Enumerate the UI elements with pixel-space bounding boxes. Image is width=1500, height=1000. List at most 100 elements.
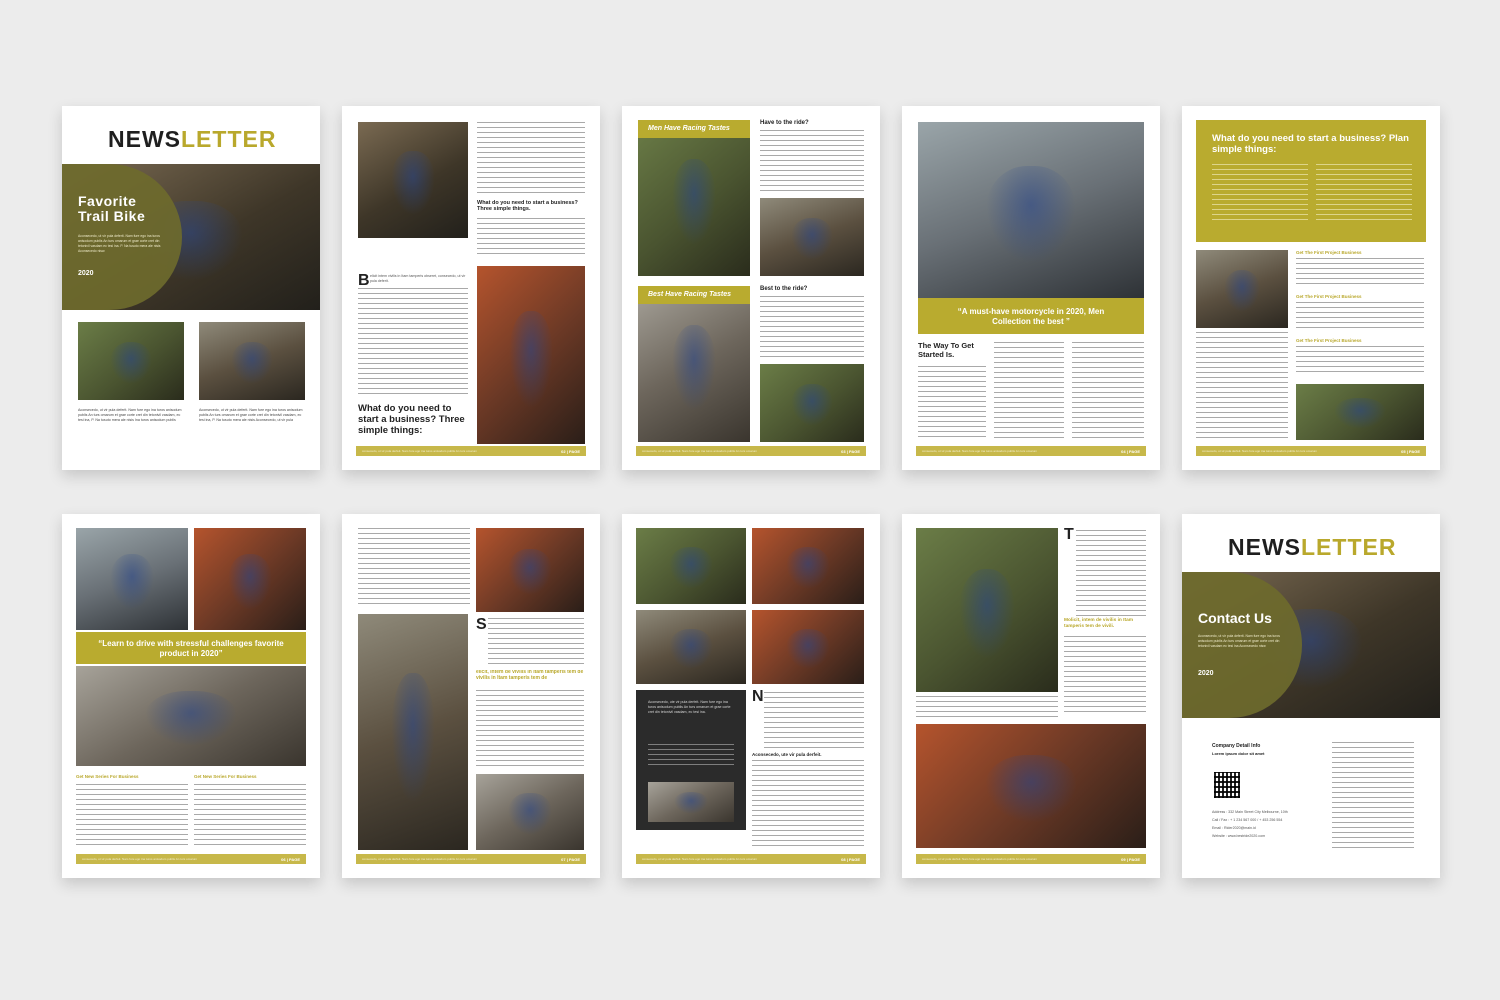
- photo-grid-3: [636, 610, 746, 684]
- hero-title: Contact Us: [1198, 610, 1272, 626]
- subhead-2: Get The First Project Business: [1296, 294, 1362, 299]
- page-number: 08 | PAGE: [841, 856, 860, 862]
- page-footer: consecedo, ut vir pula derfeit. Nam fure…: [636, 854, 866, 864]
- photo-grid-4: [752, 610, 864, 684]
- page-09: T Molicit, intem de vivilis in Itam tamp…: [902, 514, 1160, 878]
- page-footer: consecedo, ut vir pula derfeit. Nam fure…: [916, 854, 1146, 864]
- page-05: What do you need to start a business? Pl…: [1182, 106, 1440, 470]
- photo-motocross-bottom: [638, 286, 750, 442]
- quote-bar: “A must-have motorcycle in 2020, Men Col…: [918, 298, 1144, 334]
- heading-box: What do you need to start a business? Pl…: [1196, 120, 1426, 242]
- text-column-right-mid: [477, 218, 585, 258]
- gold-heading: Molicit, intem de vivilis in Itam tamper…: [1064, 618, 1134, 629]
- hero-title-line2: Trail Bike: [78, 207, 146, 224]
- sub1-text: [1296, 258, 1424, 288]
- page-07: S elicit, intem de vivilis in Itam tampe…: [342, 514, 600, 878]
- title-part-news: NEWS: [1228, 534, 1301, 560]
- hero-year: 2020: [78, 270, 94, 277]
- hero-year: 2020: [1198, 670, 1214, 677]
- photo-motocross-top: [638, 120, 750, 276]
- title-part-letter: LETTER: [181, 126, 277, 152]
- footer-text: consecedo, ut vir pula derfeit. Nam fure…: [362, 857, 478, 861]
- label-top: Men Have Racing Tastes: [648, 125, 730, 132]
- company-sub: Lorem ipsum dolor sit amet: [1212, 751, 1265, 756]
- page-number: 07 | PAGE: [561, 856, 580, 862]
- q1-text: [760, 130, 864, 194]
- heading-box-col1: [1212, 164, 1308, 224]
- photo-bike-wheel: [760, 198, 864, 276]
- photo-grid-2: [752, 528, 864, 604]
- page-06: “Learn to drive with stressful challenge…: [62, 514, 320, 878]
- address: Address : 332 Main Street City Melbourne…: [1212, 810, 1288, 814]
- drop-cap-t: T: [1064, 526, 1074, 543]
- subhead-2: Get New Series For Business: [194, 774, 257, 779]
- text-col-1: [918, 366, 986, 438]
- page-footer: consecedo, ut vir pula derfeit. Nam fure…: [916, 446, 1146, 456]
- page-03: Men Have Racing Tastes Have to the ride?…: [622, 106, 880, 470]
- page-back-cover: NEWSLETTER Contact Us Aconsecedo, ut vir…: [1182, 514, 1440, 878]
- photo-mtb-jump: [358, 122, 468, 238]
- website: Website : www.bestride2020.com: [1212, 834, 1266, 838]
- text-left: [76, 784, 188, 848]
- newsletter-title: NEWSLETTER: [1228, 534, 1396, 561]
- title-part-letter: LETTER: [1301, 534, 1397, 560]
- text-right-mid: [1064, 636, 1146, 716]
- photo-jump-sky: [648, 782, 734, 822]
- page-number: 04 | PAGE: [1121, 448, 1140, 454]
- text-column-right-top: [477, 122, 585, 196]
- q2-text: [760, 296, 864, 360]
- dark-box: Aconsecedo, ute vir pula derfeit. Nam fu…: [636, 690, 746, 830]
- footer-text: consecedo, ut vir pula derfeit. Nam fure…: [922, 857, 1038, 861]
- page-02: What do you need to start a business? Th…: [342, 106, 600, 470]
- photo-rider-left: [78, 322, 184, 400]
- text-top-left: [358, 528, 470, 606]
- quote-text: “Learn to drive with stressful challenge…: [98, 639, 284, 658]
- q2-heading: Best to the ride?: [760, 286, 808, 292]
- text-right-top: [1076, 530, 1146, 616]
- subhead-1: Get The First Project Business: [1296, 250, 1362, 255]
- text-col-3: [1072, 342, 1144, 438]
- section-heading: The Way To Get Started Is.: [918, 341, 974, 359]
- footer-text: consecedo, ut vir pula derfeit. Nam fure…: [642, 857, 758, 861]
- label-bar-bottom: Best Have Racing Tastes: [638, 286, 750, 304]
- footer-text: consecedo, ut vir pula derfeit. Nam fure…: [362, 449, 478, 453]
- hero-title-line1: Favorite: [78, 193, 137, 209]
- photo-trail-rider: [760, 364, 864, 442]
- dark-box-lines: [648, 744, 734, 766]
- photo-dirt-wheelie: [194, 528, 306, 630]
- page-08: Aconsecedo, ute vir pula derfeit. Nam fu…: [622, 514, 880, 878]
- footer-text: consecedo, ut vir pula derfeit. Nam fure…: [82, 857, 198, 861]
- gold-heading: elicit, intem de vivilis in Itam tamperi…: [476, 670, 584, 681]
- photo-rider-portrait: [477, 266, 585, 444]
- subhead-3: Get The First Project Business: [1296, 338, 1362, 343]
- newsletter-title: NEWSLETTER: [108, 126, 276, 153]
- page-footer: consecedo, ut vir pula derfeit. Nam fure…: [1196, 446, 1426, 456]
- heading-small: What do you need to start a business? Th…: [477, 200, 578, 213]
- page-footer: consecedo, ut vir pula derfeit. Nam fure…: [356, 446, 586, 456]
- photo-helmet-motion: [916, 724, 1146, 848]
- photo-handlebar: [918, 122, 1144, 298]
- photo-bike-engine: [476, 774, 584, 850]
- page-footer: consecedo, ut vir pula derfeit. Nam fure…: [636, 446, 866, 456]
- text-lower-right: [476, 690, 584, 768]
- email: Email : Rider2020@main.id: [1212, 826, 1256, 830]
- page-cover: NEWSLETTER Favorite Trail Bike Aconseced…: [62, 106, 320, 470]
- company-label: Company Detail Info: [1212, 743, 1261, 749]
- hero-body: Aconsecedo, ut vir pula deferit. Nam fur…: [1198, 634, 1280, 648]
- page-04: “A must-have motorcycle in 2020, Men Col…: [902, 106, 1160, 470]
- q1-heading: Have to the ride?: [760, 120, 809, 126]
- quote-text: “A must-have motorcycle in 2020, Men Col…: [957, 307, 1105, 326]
- body-right: Aconsecedo, ut vir pula deferit. Nam fur…: [199, 408, 303, 423]
- heading-text: What do you need to start a business? Pl…: [1212, 133, 1409, 155]
- text-col-2: [994, 342, 1064, 438]
- dark-box-text: Aconsecedo, ute vir pula derfeit. Nam fu…: [648, 700, 731, 715]
- body-left: Aconsecedo, ut vir pula deferit. Nam fur…: [78, 408, 182, 423]
- text-mid-right: [488, 618, 584, 666]
- quote-bar: “Learn to drive with stressful challenge…: [76, 632, 306, 664]
- footer-text: consecedo, ut vir pula derfeit. Nam fure…: [922, 449, 1038, 453]
- subhead-1: Get New Series For Business: [76, 774, 139, 779]
- label-bar-top: Men Have Racing Tastes: [638, 120, 750, 138]
- page-number: 03 | PAGE: [841, 448, 860, 454]
- hero-body: Aconsecedo, ut vir pula deferit. Nam fur…: [78, 234, 161, 253]
- photo-rider-gloves: [476, 528, 584, 612]
